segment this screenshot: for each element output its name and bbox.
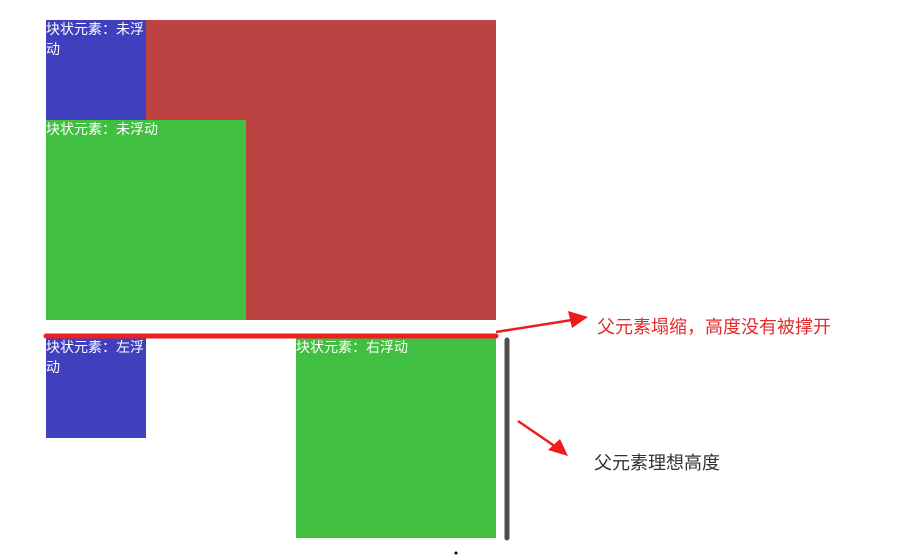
annotation-overlay bbox=[43, 311, 588, 555]
ideal-height-annotation: 父元素理想高度 bbox=[594, 453, 720, 474]
arrow-to-collapse-text-icon bbox=[495, 311, 588, 334]
stray-dot bbox=[454, 551, 458, 555]
arrow-to-ideal-height-text-icon bbox=[517, 419, 568, 456]
collapse-annotation: 父元素塌缩，高度没有被撑开 bbox=[597, 317, 831, 338]
